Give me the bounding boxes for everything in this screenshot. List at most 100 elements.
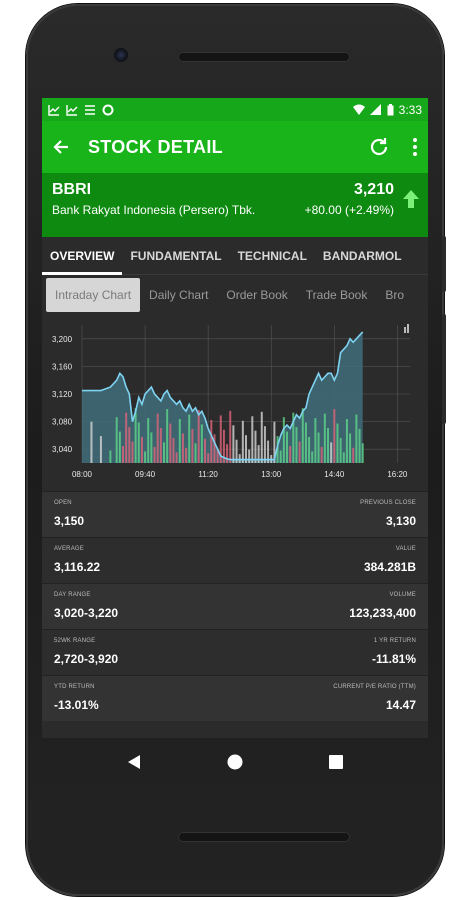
1yr-return-label: 1 YR RETURN — [373, 638, 416, 644]
volume-bar — [147, 418, 150, 463]
nav-recents-icon[interactable] — [329, 755, 343, 769]
subtab-broker[interactable]: Bro — [376, 278, 413, 312]
chart-subtabs: Intraday Chart Daily Chart Order Book Tr… — [42, 275, 428, 315]
tab-bandarmology[interactable]: BANDARMOL — [315, 237, 410, 275]
back-arrow-icon[interactable] — [52, 138, 70, 156]
volume-bar — [336, 423, 339, 463]
intraday-chart: 3,200 3,160 3,120 3,080 3,040 08:00 09:40 11:20… — [42, 315, 428, 485]
volume-bar — [125, 412, 128, 463]
volume-bar — [304, 422, 307, 463]
volume-bar — [122, 446, 124, 463]
ytd-return-label: YTD RETURN — [54, 684, 95, 690]
52wk-range-value: 2,720-3,920 — [54, 652, 119, 666]
volume-bar — [358, 428, 361, 463]
volume-bar — [159, 428, 162, 463]
subtab-intraday-chart[interactable]: Intraday Chart — [46, 278, 141, 312]
volume-bar — [137, 422, 140, 463]
previous-close-value: 3,130 — [385, 514, 416, 528]
volume-bar — [254, 430, 257, 463]
main-tabs: OVERVIEW FUNDAMENTAL TECHNICAL BANDARMOL — [42, 237, 428, 275]
volume-bar — [298, 441, 301, 463]
stock-header: BBRI Bank Rakyat Indonesia (Persero) Tbk… — [42, 173, 428, 237]
volume-bar — [289, 446, 292, 463]
android-nav-bar — [42, 738, 428, 786]
y-tick-label: 3,080 — [52, 418, 73, 427]
volume-bar — [349, 433, 352, 463]
chart-settings-icon[interactable] — [404, 324, 409, 333]
volume-bar — [210, 419, 213, 463]
list-notification-icon — [85, 104, 95, 115]
battery-icon — [387, 103, 394, 115]
stats-row: DAY RANGE 3,020-3,220 VOLUME 123,233,400 — [42, 583, 428, 629]
x-tick-label: 13:00 — [261, 470, 282, 479]
volume-bar — [134, 408, 137, 463]
volume-bar — [327, 428, 329, 463]
volume-bar — [163, 442, 165, 463]
volume-bar — [342, 452, 345, 463]
volume-bar — [330, 442, 333, 463]
volume-bar — [131, 441, 134, 463]
chart-notification-icon — [66, 104, 78, 116]
price-area — [82, 331, 363, 463]
page-title: STOCK DETAIL — [88, 136, 223, 157]
volume-bar — [282, 417, 285, 463]
open-value: 3,150 — [54, 514, 85, 528]
screen: 3:33 STOCK DETAIL BBRI Bank Rakyat Indon… — [42, 98, 428, 738]
volume-bar — [361, 443, 364, 463]
volume-bar — [172, 437, 175, 463]
volume-bar — [333, 409, 336, 463]
volume-bar — [311, 451, 314, 463]
stats-row: AVERAGE 3,116.22 VALUE 384.281B — [42, 537, 428, 583]
tab-fundamental[interactable]: FUNDAMENTAL — [122, 237, 229, 275]
front-camera — [114, 48, 128, 62]
x-tick-label: 09:40 — [135, 470, 156, 479]
volume-bar — [144, 451, 147, 463]
status-time: 3:33 — [398, 102, 422, 117]
chart-notification-icon — [48, 104, 60, 116]
tab-technical[interactable]: TECHNICAL — [230, 237, 315, 275]
volume-bar — [175, 452, 178, 463]
volume-bar — [317, 432, 320, 463]
volume-label: VOLUME — [389, 592, 416, 598]
volume-bar — [213, 434, 216, 463]
day-range-value: 3,020-3,220 — [54, 606, 119, 620]
volume-bar — [352, 447, 355, 463]
x-tick-label: 08:00 — [72, 470, 93, 479]
y-tick-label: 3,120 — [52, 390, 73, 399]
y-tick-label: 3,160 — [52, 362, 73, 371]
subtab-trade-book[interactable]: Trade Book — [297, 278, 377, 312]
volume-bar — [260, 411, 263, 463]
volume-bar — [188, 414, 191, 463]
stats-row: 52WK RANGE 2,720-3,920 1 YR RETURN -11.8… — [42, 629, 428, 675]
volume-bar — [323, 413, 326, 463]
subtab-daily-chart[interactable]: Daily Chart — [140, 278, 217, 312]
volume-bar — [181, 433, 184, 463]
volume-bar — [279, 450, 282, 463]
tab-overview[interactable]: OVERVIEW — [42, 237, 123, 275]
subtab-order-book[interactable]: Order Book — [217, 278, 296, 312]
top-speaker — [178, 52, 350, 62]
more-options-icon[interactable] — [412, 137, 418, 157]
volume-bar — [153, 446, 156, 463]
volume-bar — [115, 417, 118, 463]
volume-bar — [169, 423, 172, 463]
volume-bar — [308, 437, 311, 463]
y-tick-label: 3,040 — [52, 445, 73, 454]
1yr-return-value: -11.81% — [371, 652, 416, 666]
volume-bar — [128, 427, 131, 463]
nav-back-icon[interactable] — [127, 754, 141, 770]
nav-home-icon[interactable] — [227, 754, 243, 770]
stats-row: OPEN 3,150 PREVIOUS CLOSE 3,130 — [42, 491, 428, 537]
volume-bar — [251, 416, 254, 463]
volume-bar — [345, 419, 348, 463]
volume-bar — [320, 446, 323, 463]
volume-bar — [109, 450, 112, 463]
refresh-icon[interactable] — [368, 136, 390, 158]
ytd-return-value: -13.01% — [54, 698, 99, 712]
volume-bar — [194, 443, 197, 463]
x-tick-label: 11:20 — [198, 470, 218, 479]
average-value: 3,116.22 — [54, 560, 101, 574]
stats-table: OPEN 3,150 PREVIOUS CLOSE 3,130 AVERAGE … — [42, 491, 428, 721]
volume-bar — [166, 409, 169, 463]
volume-bar — [99, 436, 102, 463]
